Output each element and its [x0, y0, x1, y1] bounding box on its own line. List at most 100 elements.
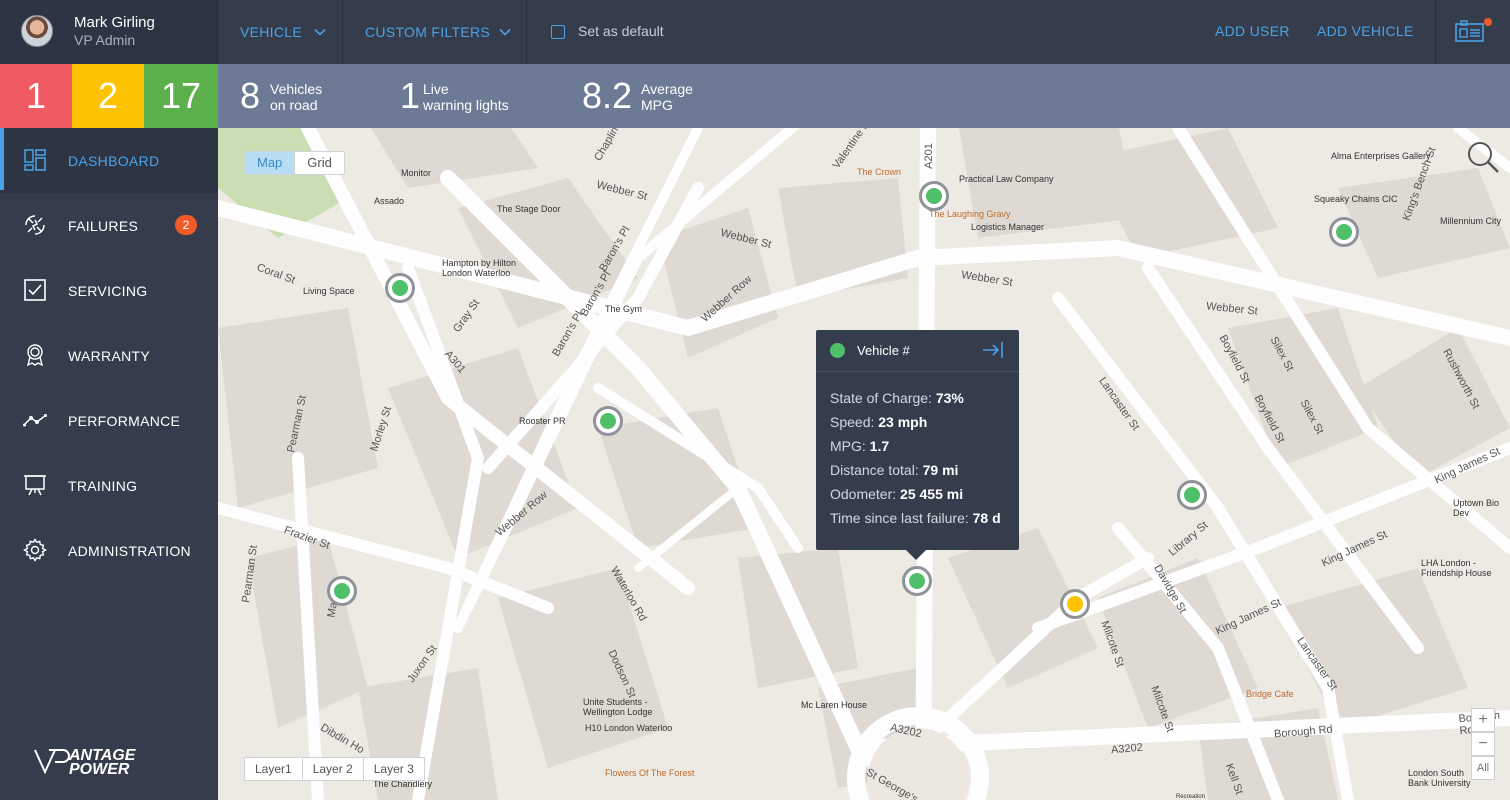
app: Mark Girling VP Admin VEHICLE CUSTOM FIL… — [0, 0, 1510, 800]
map-place-label: Mc Laren House — [801, 700, 868, 710]
vehicle-marker-warning[interactable] — [1060, 589, 1090, 619]
vehicle-marker[interactable] — [919, 181, 949, 211]
layer-2-button[interactable]: Layer 2 — [303, 758, 364, 780]
sidebar-item-dashboard[interactable]: DASHBOARD — [0, 128, 218, 193]
map-place-label: London South Bank University — [1408, 768, 1471, 788]
sidebar-item-administration[interactable]: ADMINISTRATION — [0, 518, 218, 583]
user-profile[interactable]: Mark Girling VP Admin — [0, 0, 218, 64]
sidebar-item-failures[interactable]: FAILURES 2 — [0, 193, 218, 258]
sidebar-item-training[interactable]: TRAINING — [0, 453, 218, 518]
open-details-icon[interactable] — [982, 341, 1004, 359]
sidebar-item-label: WARRANTY — [68, 348, 150, 364]
sidebar-item-warranty[interactable]: WARRANTY — [0, 323, 218, 388]
map-place-label: Uptown Bio Dev — [1453, 498, 1500, 518]
zoom-all-button[interactable]: All — [1471, 756, 1495, 780]
map-place-label: Recreation — [1176, 794, 1206, 800]
map-place-label: Practical Law Company — [959, 174, 1054, 184]
vehicle-marker[interactable] — [327, 576, 357, 606]
vehicle-marker[interactable] — [1329, 217, 1359, 247]
average-mpg-label: Average MPG — [641, 81, 693, 113]
map-place-label: Living Space — [303, 286, 355, 296]
chevron-down-icon — [314, 28, 326, 36]
notifications-button[interactable] — [1435, 0, 1510, 64]
map-street-label: A201 — [922, 143, 935, 169]
set-default-label[interactable]: Set as default — [578, 23, 664, 39]
average-mpg-value: 8.2 — [582, 75, 633, 116]
popup-row-odometer: Odometer: 25 455 mi — [830, 486, 964, 502]
sidebar-item-label: TRAINING — [68, 478, 138, 494]
map-place-label: Assado — [374, 196, 405, 206]
vehicle-marker-selected[interactable] — [902, 566, 932, 596]
set-default-checkbox[interactable] — [551, 25, 565, 39]
vehicle-status-dot — [926, 188, 942, 204]
map-place-label: Rooster PR — [519, 416, 566, 426]
map-grid-toggle[interactable]: Map Grid — [244, 151, 345, 175]
map-place-label: The Crown — [857, 167, 902, 177]
presentation-icon — [24, 475, 46, 496]
map-place-label: Bridge Cafe — [1246, 689, 1294, 699]
vehicle-status-dot — [830, 343, 845, 358]
map-place-label: The Stage Door — [497, 204, 561, 214]
add-user-button[interactable]: ADD USER — [1215, 23, 1290, 39]
vehicles-on-road-value: 8 — [240, 75, 261, 116]
vehicle-status-dot — [600, 413, 616, 429]
notification-dot — [1484, 18, 1492, 26]
chevron-down-icon — [499, 28, 511, 36]
gear-icon — [23, 538, 47, 562]
alert-count-red[interactable]: 1 — [0, 64, 72, 128]
user-name: Mark Girling — [74, 14, 155, 31]
sidebar-item-label: PERFORMANCE — [68, 413, 181, 429]
checkbox-icon — [24, 279, 46, 301]
dashboard-icon — [24, 149, 46, 171]
map-place-label: H10 London Waterloo — [585, 723, 673, 733]
warning-lights-value: 1 — [400, 75, 421, 116]
add-vehicle-button[interactable]: ADD VEHICLE — [1317, 23, 1414, 39]
vehicles-on-road-label: Vehicles on road — [270, 81, 323, 113]
search-icon[interactable] — [1465, 139, 1501, 175]
avatar[interactable] — [21, 15, 53, 47]
custom-filters-dropdown[interactable]: CUSTOM FILTERS — [344, 0, 527, 64]
map-place-label: Unite Students - Wellington Lodge — [583, 697, 653, 717]
vehicle-status-dot — [1184, 487, 1200, 503]
sidebar-item-label: SERVICING — [68, 283, 148, 299]
vehicle-marker[interactable] — [1177, 480, 1207, 510]
zoom-out-button[interactable]: − — [1471, 732, 1495, 756]
custom-filters-label: CUSTOM FILTERS — [365, 24, 491, 40]
sidebar: DASHBOARD FAILURES 2 SERVICING WARRANTY … — [0, 128, 218, 800]
vehicle-marker[interactable] — [385, 273, 415, 303]
vehicle-marker[interactable] — [593, 406, 623, 436]
sidebar-item-label: DASHBOARD — [68, 153, 160, 169]
map-view-button[interactable]: Map — [245, 152, 296, 174]
sidebar-item-performance[interactable]: PERFORMANCE — [0, 388, 218, 453]
sidebar-item-label: ADMINISTRATION — [68, 543, 191, 559]
map-place-label: Monitor — [401, 168, 432, 178]
popup-row-mpg: MPG: 1.7 — [830, 438, 890, 454]
vehicle-status-dot — [392, 280, 408, 296]
map-place-label: Logistics Manager — [971, 222, 1045, 232]
popup-header: Vehicle # — [816, 330, 1019, 372]
vehicle-status-dot — [909, 573, 925, 589]
warning-lights-label: Live warning lights — [423, 81, 509, 113]
vehicle-dropdown[interactable]: VEHICLE — [219, 0, 343, 64]
svg-text:POWER: POWER — [69, 761, 130, 776]
grid-view-button[interactable]: Grid — [295, 152, 344, 174]
award-icon — [26, 344, 44, 367]
vehicle-status-dot — [1067, 596, 1083, 612]
line-chart-icon — [23, 414, 47, 427]
active-indicator — [0, 128, 4, 190]
vehicle-status-dot — [1336, 224, 1352, 240]
stats-bar: 1 2 17 8 Vehicles on road 1 Live warning l… — [0, 64, 1510, 128]
map-place-label: Flowers Of The Forest — [605, 768, 695, 778]
popup-row-distance-total: Distance total: 79 mi — [830, 462, 959, 478]
sidebar-item-label: FAILURES — [68, 218, 139, 234]
layer-3-button[interactable]: Layer 3 — [364, 758, 424, 780]
map-view[interactable]: Monitor Assado The Stage Door Hampton by… — [218, 128, 1510, 800]
alert-count-green[interactable]: 17 — [144, 64, 218, 128]
layer-1-button[interactable]: Layer1 — [245, 758, 303, 780]
vehicle-info-popup: Vehicle # State of Charge: 73% Speed: 23… — [816, 330, 1019, 560]
zoom-in-button[interactable]: + — [1471, 708, 1495, 732]
vehicle-status-dot — [334, 583, 350, 599]
sidebar-item-servicing[interactable]: SERVICING — [0, 258, 218, 323]
layer-selector: Layer1 Layer 2 Layer 3 — [244, 757, 425, 781]
alert-count-yellow[interactable]: 2 — [72, 64, 144, 128]
